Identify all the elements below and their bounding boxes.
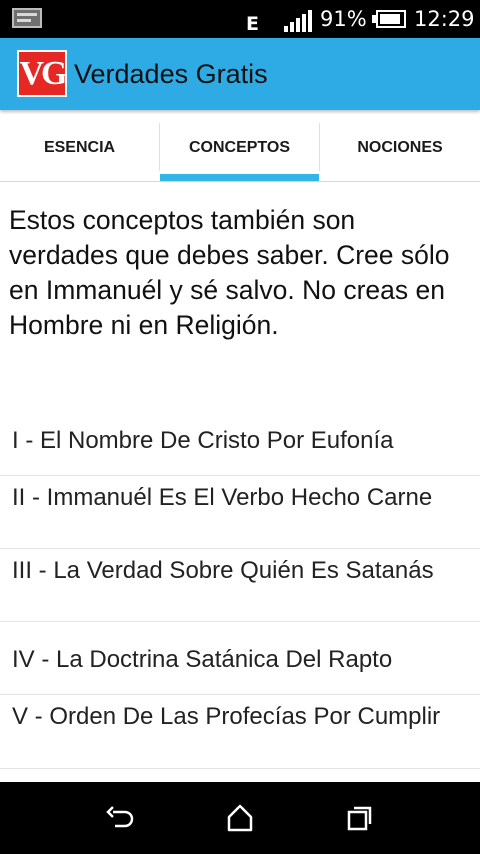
tab-conceptos[interactable]: CONCEPTOS bbox=[160, 120, 319, 181]
clock: 12:29 bbox=[414, 7, 475, 31]
chapter-list: I - El Nombre De Cristo Por Eufonía II -… bbox=[0, 405, 480, 769]
battery-percent: 91% bbox=[320, 7, 367, 31]
app-logo: VG bbox=[17, 50, 68, 97]
status-bar: E 91% 12:29 bbox=[0, 0, 480, 38]
signal-bars-icon bbox=[284, 10, 314, 32]
battery-fill bbox=[380, 14, 400, 24]
notification-card-icon bbox=[12, 8, 42, 28]
recent-apps-icon[interactable] bbox=[344, 802, 376, 834]
app-bar: VG Verdades Gratis bbox=[0, 38, 480, 110]
tab-bar: ESENCIA CONCEPTOS NOCIONES bbox=[0, 120, 480, 182]
back-arrow-icon[interactable] bbox=[104, 802, 136, 834]
navigation-bar bbox=[0, 782, 480, 854]
battery-icon bbox=[372, 10, 406, 28]
network-type-label: E bbox=[246, 13, 259, 35]
selected-tab-indicator bbox=[160, 174, 319, 181]
app-title: Verdades Gratis bbox=[74, 59, 268, 89]
tab-nociones[interactable]: NOCIONES bbox=[320, 120, 480, 181]
intro-text: Estos conceptos también son verdades que… bbox=[9, 205, 450, 340]
list-item[interactable]: IV - La Doctrina Satánica Del Rapto bbox=[0, 622, 480, 695]
list-item[interactable]: V - Orden De Las Profecías Por Cumplir bbox=[0, 695, 480, 769]
list-item[interactable]: III - La Verdad Sobre Quién Es Satanás bbox=[0, 549, 480, 622]
home-icon[interactable] bbox=[224, 802, 256, 834]
list-item[interactable]: II - Immanuél Es El Verbo Hecho Carne bbox=[0, 476, 480, 549]
list-item[interactable]: I - El Nombre De Cristo Por Eufonía bbox=[0, 405, 480, 476]
tab-esencia[interactable]: ESENCIA bbox=[0, 120, 159, 181]
